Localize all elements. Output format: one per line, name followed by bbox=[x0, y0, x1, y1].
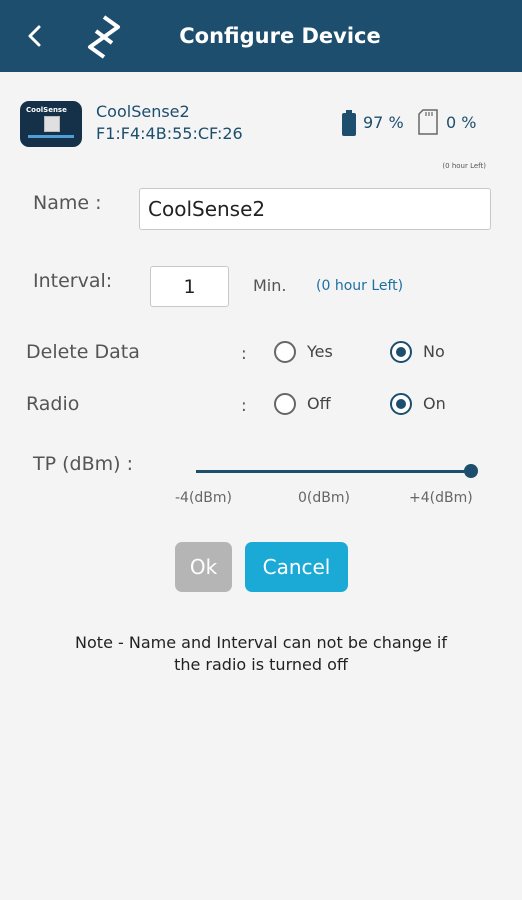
radio-on-label: On bbox=[423, 394, 446, 413]
note-line-1: Note - Name and Interval can not be chan… bbox=[75, 633, 447, 652]
interval-unit: Min. bbox=[253, 276, 287, 295]
radio-setting-colon: : bbox=[241, 396, 247, 416]
page-title: Configure Device bbox=[179, 24, 381, 48]
tp-tick-max: +4(dBm) bbox=[409, 490, 473, 506]
tp-slider-thumb[interactable] bbox=[464, 464, 478, 478]
radio-setting-label: Radio bbox=[26, 393, 80, 415]
tp-tick-mid: 0(dBm) bbox=[298, 490, 350, 506]
device-image: CoolSense bbox=[20, 101, 82, 147]
device-mac-address: F1:F4:4B:55:CF:26 bbox=[96, 124, 243, 143]
delete-data-no-radio[interactable] bbox=[390, 341, 412, 363]
note-line-2: the radio is turned off bbox=[174, 655, 348, 674]
interval-label: Interval: bbox=[33, 270, 113, 292]
delete-data-colon: : bbox=[241, 344, 247, 364]
top-bar: Configure Device bbox=[0, 0, 522, 72]
delete-data-label: Delete Data bbox=[26, 341, 140, 363]
storage-level: 0 % bbox=[446, 113, 477, 132]
battery-level: 97 % bbox=[363, 113, 404, 132]
back-arrow-icon[interactable] bbox=[22, 22, 48, 50]
delete-data-no-label: No bbox=[423, 342, 445, 361]
tp-slider-track[interactable] bbox=[196, 470, 472, 473]
sd-card-icon bbox=[418, 109, 438, 135]
hours-left-small: (0 hour Left) bbox=[442, 162, 486, 170]
ok-button[interactable]: Ok bbox=[175, 542, 232, 592]
delete-data-yes-label: Yes bbox=[307, 342, 333, 361]
device-name: CoolSense2 bbox=[96, 102, 190, 121]
device-image-label: CoolSense bbox=[26, 106, 67, 114]
cancel-button[interactable]: Cancel bbox=[245, 542, 348, 592]
interval-input[interactable] bbox=[150, 266, 229, 307]
interval-hours-left: (0 hour Left) bbox=[316, 278, 404, 294]
device-stripe bbox=[28, 135, 74, 138]
app-logo-icon bbox=[88, 15, 120, 59]
radio-on-radio[interactable] bbox=[390, 393, 412, 415]
note-text: Note - Name and Interval can not be chan… bbox=[20, 632, 502, 676]
battery-icon bbox=[342, 110, 356, 136]
radio-off-label: Off bbox=[307, 394, 331, 413]
name-label: Name : bbox=[33, 192, 102, 214]
device-qr-code bbox=[44, 116, 60, 132]
delete-data-yes-radio[interactable] bbox=[274, 341, 296, 363]
name-input[interactable] bbox=[139, 188, 491, 230]
radio-off-radio[interactable] bbox=[274, 393, 296, 415]
tp-tick-min: -4(dBm) bbox=[175, 490, 233, 506]
tp-label: TP (dBm) : bbox=[33, 453, 133, 475]
